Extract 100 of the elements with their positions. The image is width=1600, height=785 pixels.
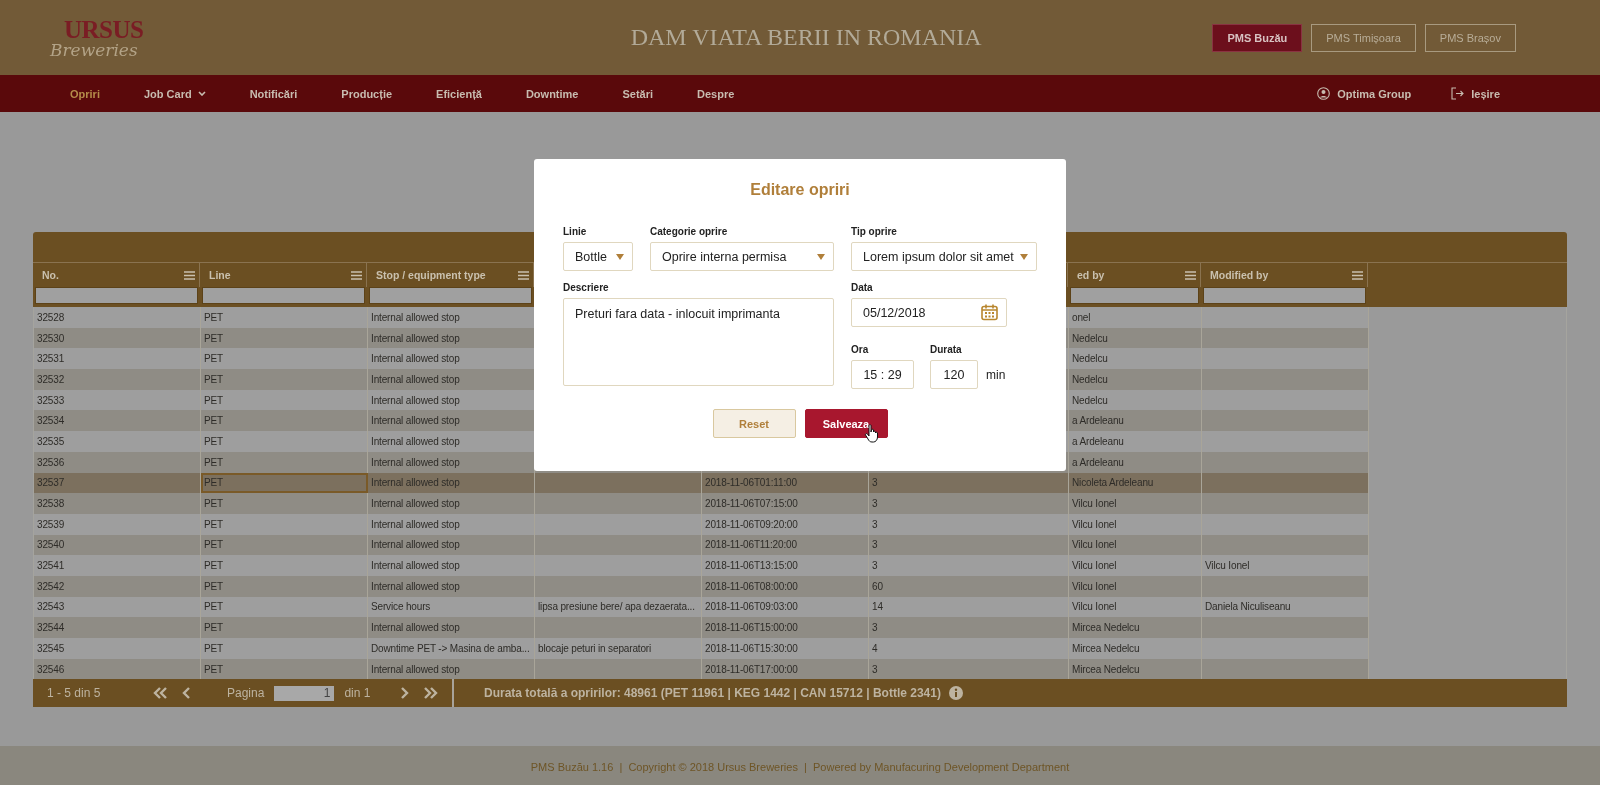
- table-row[interactable]: 32540 PET Internal allowed stop 2018-11-06T11:20:00 3 Vilcu Ionel: [34, 534, 1566, 556]
- previous-page-icon[interactable]: [182, 687, 191, 700]
- filter-field[interactable]: [1070, 287, 1199, 304]
- table-cell: Nedelcu: [1072, 353, 1108, 365]
- table-cell: Vilcu Ionel: [1072, 601, 1117, 613]
- plant-button[interactable]: PMS Brașov: [1424, 23, 1516, 52]
- plant-button[interactable]: PMS Timișoara: [1311, 23, 1416, 52]
- table-cell: Internal allowed stop: [371, 663, 460, 675]
- table-cell: PET: [204, 415, 223, 427]
- column-header[interactable]: Line: [209, 269, 231, 281]
- table-cell: Mircea Nedelcu: [1072, 622, 1140, 634]
- table-row[interactable]: 32543 PET Service hours lipsa presiune bere/ apa dezaerata... 2018-11-06T09:03:00 14 Vilcu Ionel Daniela Niculiseanu: [34, 596, 1566, 618]
- nav-item[interactable]: Opriri: [70, 87, 100, 100]
- column-header[interactable]: No.: [42, 269, 59, 281]
- logout-icon[interactable]: [1451, 87, 1465, 100]
- table-cell: Vilcu Ionel: [1072, 539, 1117, 551]
- user-name[interactable]: Optima Group: [1337, 87, 1412, 100]
- table-cell: 3: [872, 560, 878, 572]
- nav-item[interactable]: Downtime: [525, 87, 579, 100]
- table-row[interactable]: 32538 PET Internal allowed stop 2018-11-06T07:15:00 3 Vilcu Ionel: [34, 493, 1566, 514]
- first-page-icon[interactable]: [152, 687, 168, 700]
- description-field[interactable]: Preturi fara data - inlocuit imprimanta: [563, 298, 834, 386]
- logout-link[interactable]: Ieșire: [1471, 87, 1500, 100]
- table-cell: 2018-11-06T08:00:00: [705, 580, 798, 592]
- table-cell: PET: [204, 498, 223, 510]
- field-label: Durata: [930, 344, 963, 355]
- last-page-icon[interactable]: [423, 687, 440, 700]
- column-header[interactable]: Modified by: [1210, 269, 1269, 281]
- table-cell: Internal allowed stop: [371, 622, 460, 634]
- nav-item[interactable]: Notificări: [249, 87, 298, 100]
- calendar-icon[interactable]: [981, 304, 998, 321]
- table-cell: 32541: [37, 560, 65, 572]
- table-cell: a Ardeleanu: [1072, 415, 1124, 427]
- nav-item[interactable]: Job Card: [143, 87, 206, 100]
- table-cell: 2018-11-06T17:00:00: [705, 663, 798, 675]
- table-row[interactable]: 32537 PET Internal allowed stop 2018-11-06T01:11:00 3 Nicoleta Ardeleanu: [34, 472, 1566, 494]
- table-cell: 14: [872, 601, 883, 613]
- dropdown-field[interactable]: Bottle: [563, 242, 633, 271]
- date-field[interactable]: 05/12/2018: [851, 298, 1007, 327]
- nav-item[interactable]: Despre: [697, 87, 735, 100]
- filter-field[interactable]: [35, 287, 198, 304]
- save-button[interactable]: Salveaza: [804, 409, 888, 438]
- table-cell: 2018-11-06T01:11:00: [705, 477, 797, 489]
- table-cell: Internal allowed stop: [371, 560, 460, 572]
- filter-field[interactable]: [202, 287, 365, 304]
- table-cell: onel: [1072, 311, 1091, 323]
- menu-icon[interactable]: [184, 270, 195, 280]
- table-cell: 3: [872, 518, 878, 530]
- table-cell: Vilcu Ionel: [1072, 580, 1117, 592]
- table-cell: Internal allowed stop: [371, 456, 460, 468]
- table-cell: a Ardeleanu: [1072, 435, 1124, 447]
- table-row[interactable]: 32544 PET Internal allowed stop 2018-11-06T15:00:00 3 Mircea Nedelcu: [34, 617, 1566, 638]
- filter-field[interactable]: [369, 287, 532, 304]
- plant-button[interactable]: PMS Buzău: [1212, 23, 1303, 52]
- table-row[interactable]: 32539 PET Internal allowed stop 2018-11-06T09:20:00 3 Vilcu Ionel: [34, 513, 1566, 535]
- table-cell: PET: [204, 642, 223, 654]
- filter-field[interactable]: [1203, 287, 1366, 304]
- nav-item[interactable]: Setări: [622, 87, 654, 100]
- table-cell: Internal allowed stop: [371, 580, 460, 592]
- menu-icon[interactable]: [1185, 270, 1196, 280]
- table-cell: Nedelcu: [1072, 394, 1108, 406]
- table-cell: Vilcu Ionel: [1072, 518, 1117, 530]
- column-header[interactable]: Stop / equipment type: [376, 269, 486, 281]
- table-cell: Daniela Niculiseanu: [1205, 601, 1291, 613]
- menu-icon[interactable]: [351, 270, 362, 280]
- table-cell: PET: [204, 435, 223, 447]
- duration-field[interactable]: 120: [930, 360, 978, 389]
- reset-button[interactable]: Reset: [712, 409, 796, 438]
- table-cell: 32533: [37, 394, 65, 406]
- time-field[interactable]: 15 : 29: [851, 360, 914, 389]
- table-cell: 32542: [37, 580, 65, 592]
- nav-item[interactable]: Eficiență: [436, 87, 482, 100]
- table-cell: PET: [204, 311, 223, 323]
- table-cell: 3: [872, 622, 878, 634]
- table-row[interactable]: 32545 PET Downtime PET -> Masina de amba... blocaje peturi in separatori 2018-11-06T15:30:00 4 Mircea Nedelcu: [34, 638, 1566, 659]
- next-page-icon[interactable]: [400, 687, 410, 700]
- table-row[interactable]: 32542 PET Internal allowed stop 2018-11-06T08:00:00 60 Vilcu Ionel: [34, 575, 1566, 597]
- nav-item[interactable]: Producție: [341, 87, 393, 100]
- table-cell: Mircea Nedelcu: [1072, 663, 1140, 675]
- page-field[interactable]: 1: [274, 685, 335, 701]
- dropdown-field[interactable]: Oprire interna permisa: [650, 242, 834, 271]
- table-cell: 2018-11-06T09:03:00: [705, 601, 798, 613]
- table-cell: PET: [204, 622, 223, 634]
- menu-icon[interactable]: [518, 270, 529, 280]
- menu-icon[interactable]: [1352, 270, 1363, 280]
- record-range: 1 - 5 din 5: [47, 686, 102, 701]
- info-icon[interactable]: [948, 686, 963, 701]
- table-cell: 3: [872, 663, 878, 675]
- table-cell: 4: [872, 642, 878, 654]
- dropdown-field[interactable]: Lorem ipsum dolor sit amet: [851, 242, 1037, 271]
- table-cell: PET: [204, 456, 223, 468]
- table-cell: PET: [204, 353, 223, 365]
- table-cell: 2018-11-06T15:30:00: [705, 642, 798, 654]
- column-header[interactable]: ed by: [1077, 269, 1105, 281]
- table-row[interactable]: 32541 PET Internal allowed stop 2018-11-06T13:15:00 3 Vilcu Ionel Vilcu Ionel: [34, 555, 1566, 576]
- table-cell: 32543: [37, 601, 65, 613]
- table-cell: 3: [872, 539, 878, 551]
- table-cell: Internal allowed stop: [371, 498, 460, 510]
- table-row[interactable]: 32546 PET Internal allowed stop 2018-11-06T17:00:00 3 Mircea Nedelcu: [34, 658, 1566, 680]
- table-cell: 32544: [37, 622, 65, 634]
